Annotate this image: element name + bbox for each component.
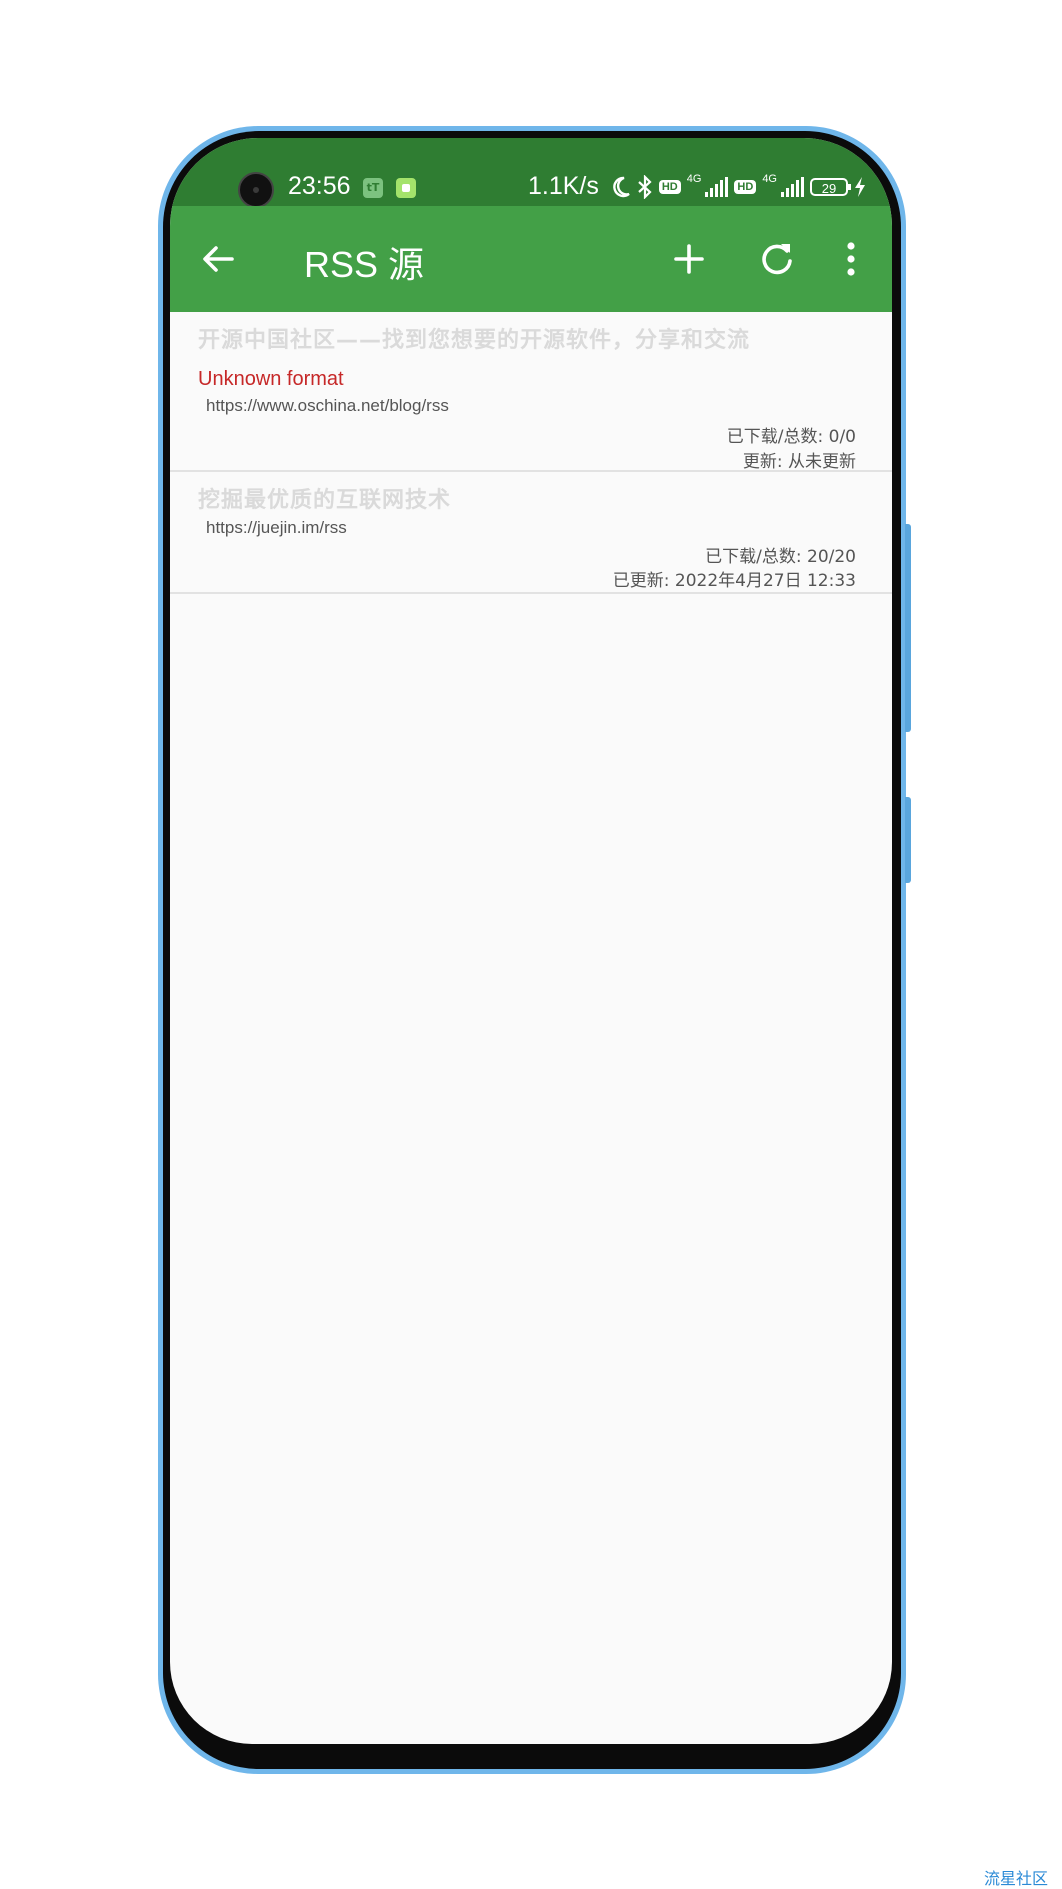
- feed-error: Unknown format: [198, 368, 344, 390]
- hd-icon: HD: [658, 179, 681, 194]
- notification-icon: tT: [363, 178, 383, 198]
- feed-update-status: 已更新: 2022年4月27日 12:33: [612, 571, 856, 591]
- feed-update-status: 更新: 从未更新: [742, 452, 856, 472]
- bluetooth-icon: [638, 174, 652, 199]
- moon-icon: [613, 176, 630, 197]
- hd-icon-2: HD: [734, 179, 757, 194]
- app-bar: RSS 源: [170, 206, 892, 312]
- feed-url: https://juejin.im/rss: [206, 518, 347, 537]
- status-bar: 23:56 tT 1.1K/s HD 4G HD 4G 29: [170, 138, 892, 208]
- feed-list: 开源中国社区——找到您想要的开源软件，分享和交流 Unknown format …: [170, 312, 892, 594]
- app-notification-icon: [396, 178, 416, 198]
- feed-title: 开源中国社区——找到您想要的开源软件，分享和交流: [198, 328, 751, 353]
- feed-url: https://www.oschina.net/blog/rss: [206, 396, 449, 415]
- charging-icon: [855, 176, 865, 197]
- screen: 23:56 tT 1.1K/s HD 4G HD 4G 29 RSS 源 开源中…: [170, 138, 892, 1744]
- status-indicators: 1.1K/s HD 4G HD 4G 29: [528, 172, 866, 201]
- status-time: 23:56: [288, 172, 351, 200]
- battery-icon: 29: [810, 177, 851, 196]
- feed-download-count: 已下载/总数: 20/20: [705, 547, 856, 567]
- feed-title: 挖掘最优质的互联网技术: [198, 488, 452, 513]
- signal-icon: [705, 176, 729, 197]
- network-speed: 1.1K/s: [527, 172, 599, 200]
- add-icon[interactable]: [666, 236, 712, 282]
- feed-download-count: 已下载/总数: 0/0: [726, 427, 856, 447]
- page-title: RSS 源: [304, 244, 425, 285]
- more-options-icon[interactable]: [834, 236, 868, 282]
- refresh-icon[interactable]: [754, 236, 800, 282]
- back-arrow-icon[interactable]: [194, 235, 242, 283]
- volume-button: [905, 524, 911, 732]
- network-type: 4G: [686, 172, 702, 185]
- feed-item[interactable]: 开源中国社区——找到您想要的开源软件，分享和交流 Unknown format …: [170, 312, 892, 472]
- signal-icon-2: [781, 176, 804, 197]
- network-type-2: 4G: [762, 172, 777, 185]
- camera-cutout: [238, 172, 274, 208]
- feed-item[interactable]: 挖掘最优质的互联网技术 https://juejin.im/rss 已下载/总数…: [170, 472, 892, 594]
- power-button: [905, 797, 911, 883]
- watermark: 流星社区: [983, 1869, 1048, 1888]
